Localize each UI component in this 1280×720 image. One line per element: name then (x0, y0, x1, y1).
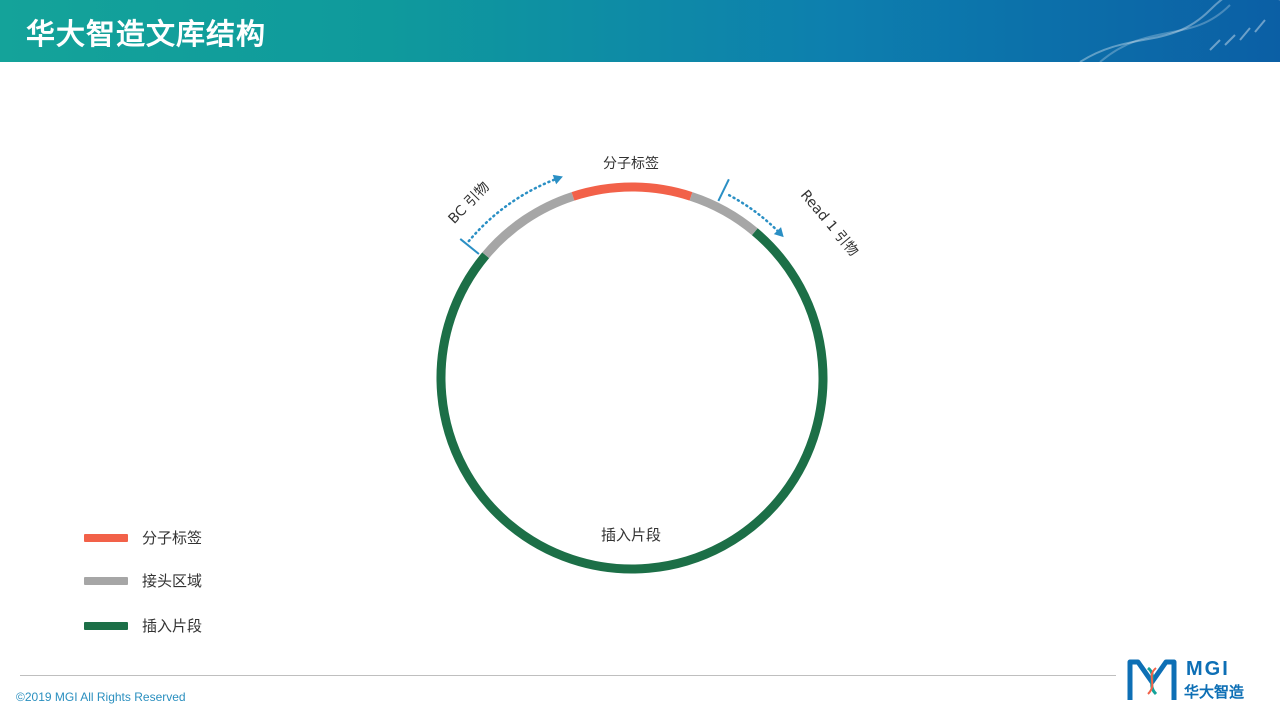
legend-label: 插入片段 (142, 617, 203, 635)
molecular-tag-segment (571, 182, 693, 201)
mgi-logo-icon (1127, 659, 1177, 700)
legend-item-adapter: 接头区域 (84, 569, 304, 593)
insert-segment (436, 228, 828, 574)
adapter-segment-left (482, 192, 575, 259)
molecular-tag-label: 分子标签 (603, 155, 659, 172)
legend-swatch (84, 622, 128, 630)
mgi-logo: MGI 华大智造 (1124, 654, 1274, 704)
legend-item-insert: 插入片段 (84, 614, 304, 638)
library-structure-diagram: 分子标签 插入片段 BC 引物 Read 1 引物 (436, 155, 861, 574)
logo-text: MGI (1186, 658, 1230, 680)
library-ring (436, 182, 828, 574)
insert-label: 插入片段 (601, 526, 661, 544)
legend-label: 接头区域 (142, 572, 203, 590)
adapter-segment-right (689, 192, 758, 236)
logo-cn-text: 华大智造 (1184, 683, 1245, 701)
bc-primer-label: BC 引物 (445, 179, 492, 227)
footer-divider (20, 675, 1116, 676)
legend-swatch (84, 577, 128, 585)
legend-label: 分子标签 (142, 529, 203, 547)
copyright-text: ©2019 MGI All Rights Reserved (16, 690, 186, 704)
legend-swatch (84, 534, 128, 542)
legend-item-molecular-tag: 分子标签 (84, 526, 304, 550)
read1-primer-label: Read 1 引物 (797, 187, 861, 259)
read1-primer-tick (717, 178, 730, 202)
